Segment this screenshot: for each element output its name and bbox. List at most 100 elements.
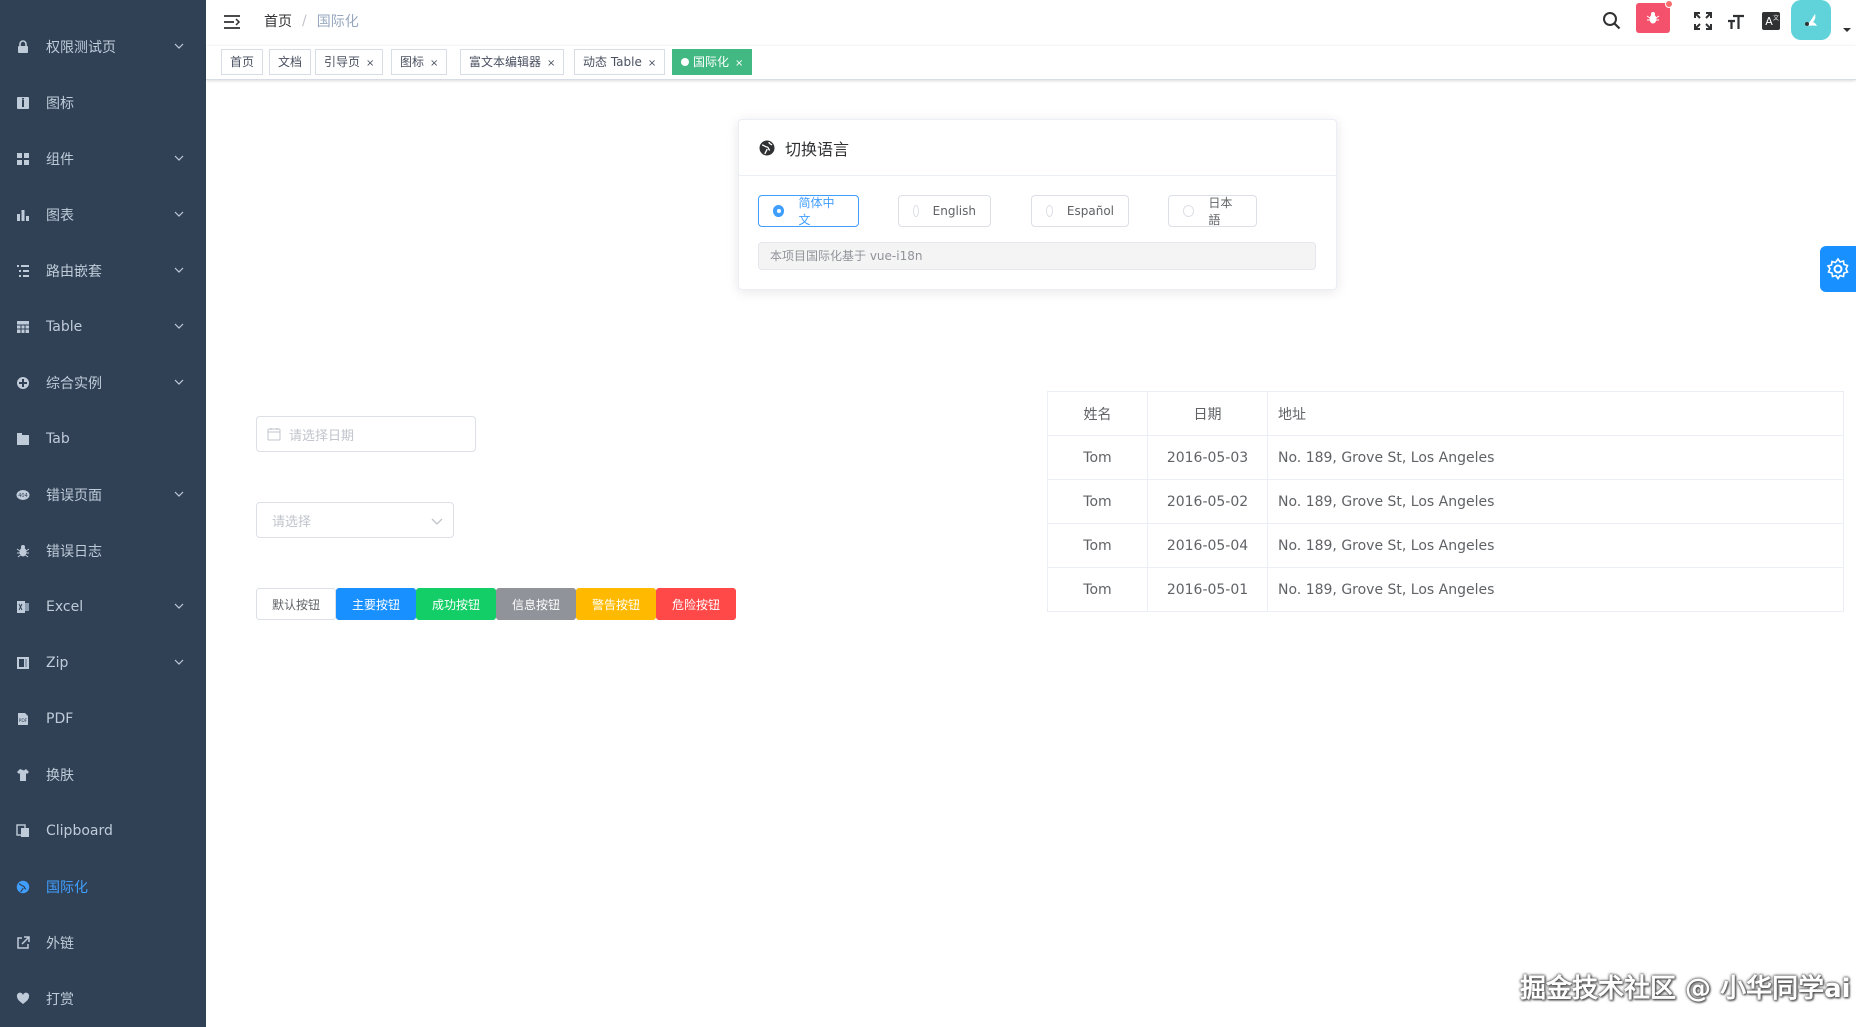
warning-button[interactable]: 警告按钮: [576, 588, 656, 620]
sidebar-item-clipboard[interactable]: Clipboard: [0, 803, 206, 859]
sidebar-item-label: 打赏: [46, 992, 74, 1008]
sidebar-item-donate[interactable]: 打赏: [0, 971, 206, 1027]
radio-es[interactable]: Español: [1031, 195, 1129, 227]
close-icon[interactable]: ×: [366, 58, 374, 69]
calendar-icon: [267, 428, 281, 441]
language-card: 切换语言 简体中文 English Español 日本語 本项目国际化基于 v…: [738, 119, 1337, 290]
sidebar-item-excel[interactable]: Excel: [0, 579, 206, 635]
cell-name: Tom: [1047, 567, 1148, 612]
close-icon[interactable]: ×: [547, 58, 555, 69]
sidebar-item-i18n[interactable]: 国际化: [0, 859, 206, 915]
breadcrumb-home[interactable]: 首页: [264, 11, 292, 31]
close-icon[interactable]: ×: [735, 58, 743, 69]
radio-circle: [773, 205, 785, 217]
sidebar-item-theme[interactable]: 换肤: [0, 747, 206, 803]
sidebar-item-permission[interactable]: 权限测试页: [0, 19, 206, 75]
sidebar-item-example[interactable]: 综合实例: [0, 355, 206, 411]
component-icon: [16, 152, 30, 166]
sidebar-item-label: 综合实例: [46, 376, 102, 392]
danger-button[interactable]: 危险按钮: [656, 588, 736, 620]
sidebar-item-label: PDF: [46, 711, 74, 727]
sidebar-item-error-log[interactable]: 错误日志: [0, 523, 206, 579]
date-picker-input[interactable]: 请选择日期: [256, 416, 476, 452]
sidebar-item-tab[interactable]: Tab: [0, 411, 206, 467]
tag-icons[interactable]: 图标 ×: [391, 49, 448, 75]
hamburger-icon[interactable]: [222, 12, 242, 32]
table-icon: [16, 320, 30, 334]
sidebar-item-label: 图标: [46, 96, 74, 112]
icon-icon: [16, 96, 30, 110]
close-icon[interactable]: ×: [648, 58, 656, 69]
sidebar-item-icons[interactable]: 图标: [0, 75, 206, 131]
cell-name: Tom: [1047, 523, 1148, 568]
i18n-tip: 本项目国际化基于 vue-i18n: [758, 242, 1316, 270]
table-row: Tom 2016-05-02 No. 189, Grove St, Los An…: [1047, 479, 1844, 524]
tag-rich-editor[interactable]: 富文本编辑器 ×: [460, 49, 565, 75]
tag-home[interactable]: 首页: [221, 49, 264, 75]
default-button[interactable]: 默认按钮: [256, 588, 336, 620]
notification-dot: [1665, 0, 1673, 8]
svg-text:PDF: PDF: [19, 718, 28, 724]
column-header-name: 姓名: [1047, 391, 1148, 436]
pdf-icon: PDF: [16, 712, 30, 726]
cell-date: 2016-05-03: [1147, 435, 1268, 480]
settings-panel-toggle[interactable]: [1820, 246, 1856, 292]
sidebar-item-charts[interactable]: 图表: [0, 187, 206, 243]
radio-en[interactable]: English: [898, 195, 991, 227]
success-button[interactable]: 成功按钮: [416, 588, 496, 620]
info-button[interactable]: 信息按钮: [496, 588, 576, 620]
breadcrumb-current: 国际化: [316, 14, 359, 30]
search-icon[interactable]: [1599, 8, 1625, 34]
excel-icon: [16, 600, 30, 614]
tag-docs[interactable]: 文档: [269, 49, 312, 75]
radio-circle: [1046, 205, 1053, 217]
sidebar-item-error-pages[interactable]: 404 错误页面: [0, 467, 206, 523]
sidebar-item-external-link[interactable]: 外链: [0, 915, 206, 971]
caret-down-icon[interactable]: [1842, 26, 1852, 34]
cell-date: 2016-05-02: [1147, 479, 1268, 524]
sidebar-item-table[interactable]: Table: [0, 299, 206, 355]
chevron-down-icon: [174, 659, 184, 665]
sidebar-item-label: 权限测试页: [46, 40, 116, 56]
shirt-icon: [16, 768, 30, 782]
table-header-row: 姓名 日期 地址: [1047, 391, 1844, 436]
card-header: 切换语言: [739, 120, 1336, 176]
chevron-down-icon: [174, 155, 184, 161]
sidebar-item-pdf[interactable]: PDF PDF: [0, 691, 206, 747]
gear-icon: [1826, 257, 1849, 280]
cell-address: No. 189, Grove St, Los Angeles: [1267, 567, 1844, 612]
cell-date: 2016-05-04: [1147, 523, 1268, 568]
fullscreen-icon[interactable]: [1690, 8, 1716, 34]
tag-guide[interactable]: 引导页 ×: [315, 49, 384, 75]
primary-button[interactable]: 主要按钮: [336, 588, 416, 620]
radio-circle: [1183, 205, 1195, 217]
tag-dynamic-table[interactable]: 动态 Table ×: [574, 49, 666, 75]
close-icon[interactable]: ×: [430, 58, 438, 69]
radio-zh[interactable]: 简体中文: [758, 195, 859, 227]
select-placeholder: 请选择: [272, 514, 312, 530]
404-icon: 404: [16, 488, 30, 502]
radio-ja[interactable]: 日本語: [1168, 195, 1257, 227]
cell-address: No. 189, Grove St, Los Angeles: [1267, 479, 1844, 524]
cell-name: Tom: [1047, 479, 1148, 524]
chevron-down-icon: [174, 211, 184, 217]
chart-icon: [16, 208, 30, 222]
sidebar-item-zip[interactable]: Zip: [0, 635, 206, 691]
tags-view: 首页 文档 引导页 × 图标 × 富文本编辑器 × 动态 Table × 国际化 ×: [206, 46, 1856, 80]
sidebar-item-components[interactable]: 组件: [0, 131, 206, 187]
language-icon[interactable]: A文: [1758, 8, 1784, 34]
column-header-date: 日期: [1147, 391, 1268, 436]
card-title: 切换语言: [785, 139, 850, 159]
sidebar-item-nested[interactable]: 路由嵌套: [0, 243, 206, 299]
error-log-button[interactable]: [1636, 0, 1673, 33]
sidebar-item-label: Table: [46, 319, 83, 335]
breadcrumb-separator: /: [302, 13, 307, 29]
example-icon: [16, 376, 30, 390]
sidebar-item-label: 错误页面: [46, 488, 102, 504]
tag-i18n[interactable]: 国际化 ×: [672, 49, 753, 75]
font-size-icon[interactable]: [1723, 8, 1749, 34]
zip-icon: [16, 656, 30, 670]
active-dot: [681, 58, 689, 66]
avatar[interactable]: [1791, 0, 1831, 40]
select-input[interactable]: 请选择: [256, 502, 454, 538]
